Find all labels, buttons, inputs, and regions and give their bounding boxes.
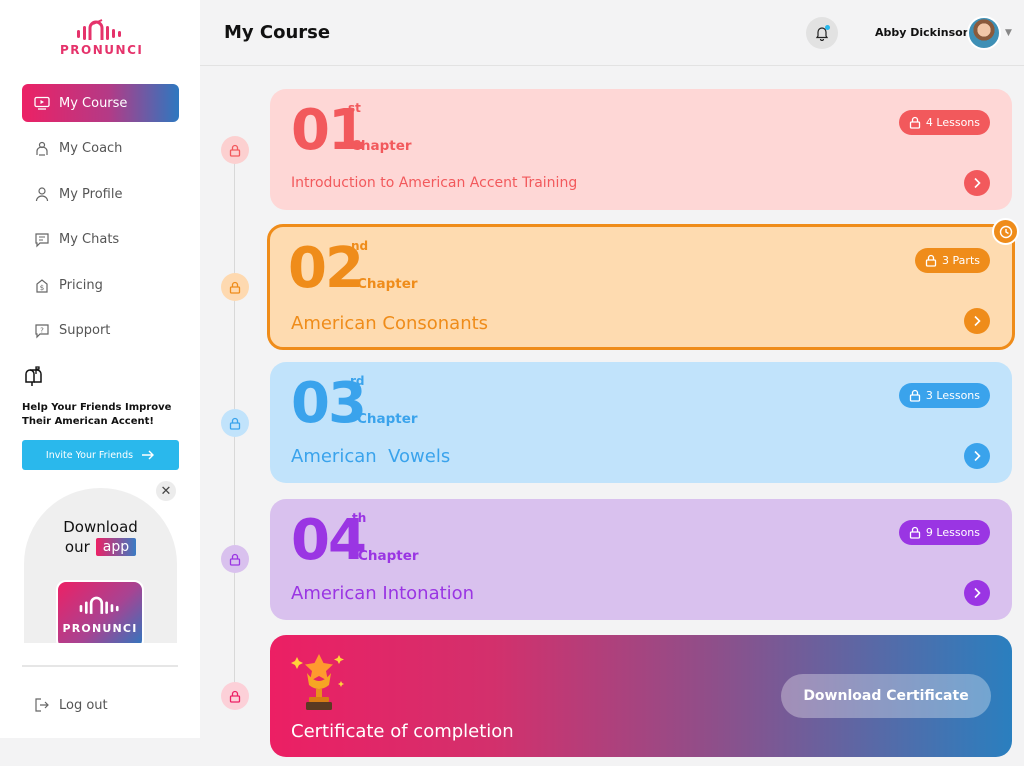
sidebar-divider: [22, 665, 178, 667]
page-title: My Course: [224, 22, 331, 43]
invite-friends-button[interactable]: Invite Your Friends: [22, 440, 179, 470]
chapter-card-3[interactable]: 03 rd Chapter 3 Lessons American Vowels: [270, 362, 1012, 483]
lessons-badge: 4 Lessons: [898, 110, 990, 135]
svg-text:?: ?: [40, 326, 44, 334]
logo[interactable]: PRONUNCI: [60, 18, 144, 60]
chapter-label: Chapter: [351, 138, 412, 154]
sidebar-item-label: Support: [59, 323, 111, 338]
lessons-badge: 3 Lessons: [898, 383, 990, 408]
chapter-suffix: th: [352, 511, 367, 525]
in-progress-clock-icon: [992, 218, 1019, 245]
chapter-card-2[interactable]: 02 nd Chapter 3 Parts American Consonant…: [267, 224, 1015, 350]
lock-icon: [909, 526, 921, 539]
chapter-title: Introduction to American Accent Training: [291, 175, 578, 191]
badge-label: 3 Lessons: [925, 389, 980, 402]
top-header: My Course Abby Dickinson ▼: [200, 0, 1024, 66]
chapter-label: Chapter: [358, 548, 419, 564]
download-app-line1: Download: [63, 518, 138, 536]
sidebar-nav: My Course My Coach My Profile My Chats $…: [22, 84, 179, 357]
logout-button[interactable]: Log out: [34, 697, 108, 713]
invite-section: Help Your Friends Improve Their American…: [22, 365, 182, 470]
invite-text: Help Your Friends Improve Their American…: [22, 402, 172, 427]
sidebar-item-support[interactable]: ? Support: [22, 312, 179, 350]
chapter-open-button[interactable]: [964, 580, 990, 606]
badge-label: 9 Lessons: [925, 526, 980, 539]
sidebar-item-label: My Chats: [59, 232, 120, 247]
lessons-badge: 9 Lessons: [898, 520, 990, 545]
chapter-title: American Intonation: [291, 583, 475, 604]
svg-text:$: $: [40, 284, 44, 292]
lock-icon: [221, 136, 249, 164]
chapter-suffix: nd: [351, 239, 369, 253]
sidebar: PRONUNCI My Course My Coach My Profile M…: [0, 0, 200, 738]
lock-icon: [909, 116, 921, 129]
chevron-down-icon[interactable]: ▼: [1005, 28, 1012, 38]
sidebar-item-label: My Coach: [59, 141, 123, 156]
sidebar-item-my-profile[interactable]: My Profile: [22, 175, 179, 213]
certificate-title: Certificate of completion: [291, 721, 514, 742]
lock-icon: [221, 545, 249, 573]
app-tile-text: PRONUNCI: [62, 622, 138, 635]
chapter-card-4[interactable]: 04 th Chapter 9 Lessons American Intonat…: [270, 499, 1012, 620]
lock-icon: [221, 682, 249, 710]
logo-text: PRONUNCI: [60, 43, 144, 57]
logout-icon: [35, 698, 49, 712]
chapter-label: Chapter: [357, 411, 418, 427]
lock-icon: [221, 273, 249, 301]
download-app-line2: our app: [24, 538, 177, 556]
chevron-right-icon: [974, 450, 981, 462]
lock-icon: [221, 409, 249, 437]
parts-badge: 3 Parts: [915, 248, 990, 273]
lock-icon: [909, 389, 921, 402]
chapter-suffix: rd: [350, 374, 365, 388]
sidebar-item-label: My Profile: [59, 186, 123, 202]
chapter-suffix: st: [348, 101, 361, 115]
certificate-card: Certificate of completion Download Certi…: [270, 635, 1012, 757]
chapter-title: American Vowels: [291, 446, 451, 467]
sidebar-item-label: Pricing: [59, 277, 103, 293]
badge-label: 3 Parts: [942, 254, 980, 267]
invite-button-label: Invite Your Friends: [45, 449, 134, 461]
pricing-icon: $: [34, 277, 50, 293]
sidebar-item-pricing[interactable]: $ Pricing: [22, 266, 179, 304]
chapter-label: Chapter: [357, 276, 418, 292]
badge-label: 4 Lessons: [925, 116, 980, 129]
download-app-card[interactable]: Download our app PRONUNCI: [24, 488, 177, 643]
chevron-right-icon: [974, 177, 981, 189]
chapter-open-button[interactable]: [964, 308, 990, 334]
soundwave-logo-icon: [77, 19, 121, 40]
chevron-right-icon: [974, 587, 981, 599]
arrow-right-icon: [142, 450, 155, 460]
app-badge: app: [95, 538, 137, 556]
play-screen-icon: [34, 95, 50, 111]
avatar[interactable]: [967, 16, 1001, 50]
coach-icon: [34, 141, 50, 157]
notifications-button[interactable]: [806, 17, 838, 49]
sidebar-item-label: My Course: [59, 95, 128, 111]
close-promo-button[interactable]: ✕: [156, 481, 176, 501]
close-icon: ✕: [160, 483, 172, 499]
logout-label: Log out: [59, 697, 108, 713]
chevron-right-icon: [974, 315, 981, 327]
lock-icon: [925, 254, 937, 267]
sidebar-item-my-coach[interactable]: My Coach: [22, 130, 179, 168]
mailbox-icon: [25, 366, 42, 386]
user-icon: [34, 186, 50, 202]
chapter-open-button[interactable]: [964, 170, 990, 196]
trophy-icon: [291, 654, 344, 710]
download-certificate-button[interactable]: Download Certificate: [781, 674, 991, 718]
user-name[interactable]: Abby Dickinson: [875, 26, 971, 39]
download-app-our: our: [64, 538, 90, 556]
sidebar-item-my-chats[interactable]: My Chats: [22, 221, 179, 259]
sidebar-item-my-course[interactable]: My Course: [22, 84, 179, 122]
notification-dot: [825, 25, 830, 30]
chat-icon: [34, 232, 50, 248]
app-tile: PRONUNCI: [56, 580, 144, 643]
support-icon: ?: [34, 323, 50, 339]
chapter-title: American Consonants: [291, 313, 489, 334]
chapter-open-button[interactable]: [964, 443, 990, 469]
chapter-card-1[interactable]: 01 st Chapter 4 Lessons Introduction to …: [270, 89, 1012, 210]
soundwave-logo-icon: [79, 596, 119, 614]
